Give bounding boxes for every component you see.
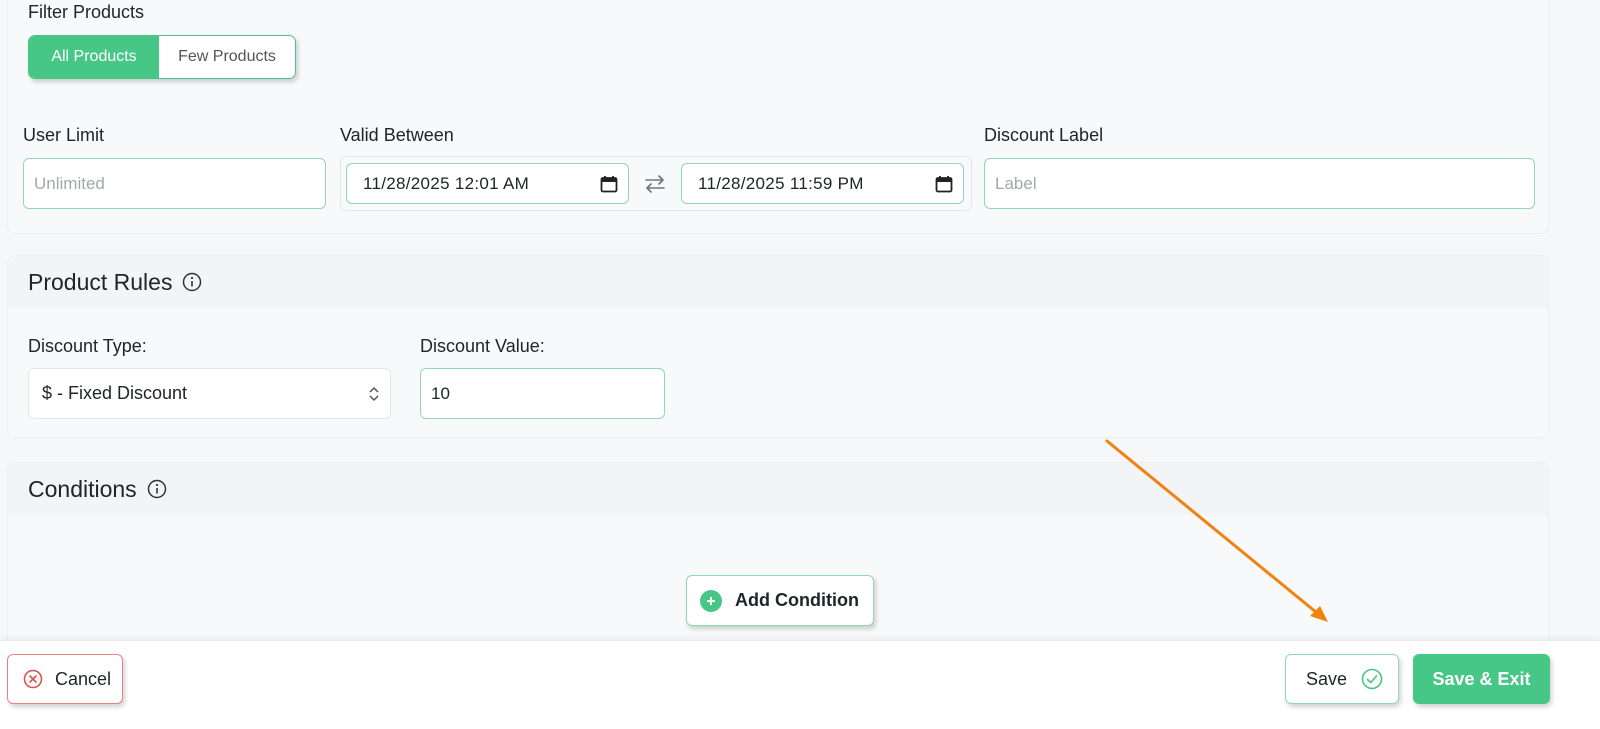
discount-type-label: Discount Type: xyxy=(28,336,147,356)
product-rules-card: Product Rules Discount Type: $ - Fixed D… xyxy=(7,255,1549,438)
discount-editor-page: Filter Products All Products Few Product… xyxy=(0,0,1600,729)
save-button[interactable]: Save xyxy=(1285,654,1399,704)
filter-products-toggle: All Products Few Products xyxy=(28,35,296,79)
all-products-option[interactable]: All Products xyxy=(29,36,159,78)
close-circle-icon xyxy=(23,669,43,689)
add-condition-label: Add Condition xyxy=(735,590,859,610)
product-rules-title: Product Rules xyxy=(28,268,173,295)
general-settings-card: Filter Products All Products Few Product… xyxy=(7,0,1549,234)
user-limit-input[interactable] xyxy=(23,158,326,209)
valid-between-label: Valid Between xyxy=(340,125,454,145)
conditions-header: Conditions xyxy=(8,463,1548,515)
discount-value-input[interactable] xyxy=(420,368,665,419)
calendar-icon[interactable] xyxy=(935,175,953,193)
few-products-option[interactable]: Few Products xyxy=(159,36,295,78)
action-footer: Cancel Save Save & Exit xyxy=(0,640,1600,729)
info-icon[interactable] xyxy=(182,272,202,292)
start-datetime-input[interactable]: 11/28/2025 12:01 AM xyxy=(346,163,629,204)
discount-label-label: Discount Label xyxy=(984,125,1104,145)
discount-value-label: Discount Value: xyxy=(420,336,545,356)
add-condition-button[interactable]: Add Condition xyxy=(686,575,874,626)
user-limit-label: User Limit xyxy=(23,125,105,145)
chevron-up-down-icon xyxy=(369,386,379,402)
plus-circle-icon xyxy=(700,589,722,612)
discount-type-value: $ - Fixed Discount xyxy=(42,383,188,403)
calendar-icon[interactable] xyxy=(600,175,618,193)
start-datetime-value: 11/28/2025 12:01 AM xyxy=(363,173,530,193)
save-label: Save xyxy=(1306,668,1348,689)
filter-products-label: Filter Products xyxy=(28,2,145,22)
end-datetime-input[interactable]: 11/28/2025 11:59 PM xyxy=(681,163,964,204)
swap-arrows-icon xyxy=(645,175,665,193)
conditions-title: Conditions xyxy=(28,475,137,502)
cancel-button[interactable]: Cancel xyxy=(7,654,123,704)
check-circle-icon xyxy=(1361,668,1383,690)
conditions-card: Conditions Add Condition xyxy=(7,462,1549,652)
discount-type-select[interactable]: $ - Fixed Discount xyxy=(28,368,391,419)
discount-label-input[interactable] xyxy=(984,158,1535,209)
product-rules-header: Product Rules xyxy=(8,256,1548,308)
valid-between-range: 11/28/2025 12:01 AM 11/28/2025 11:59 PM xyxy=(340,156,972,211)
info-icon[interactable] xyxy=(147,479,167,499)
cancel-label: Cancel xyxy=(55,668,112,689)
save-and-exit-button[interactable]: Save & Exit xyxy=(1413,654,1550,704)
end-datetime-value: 11/28/2025 11:59 PM xyxy=(698,173,864,193)
